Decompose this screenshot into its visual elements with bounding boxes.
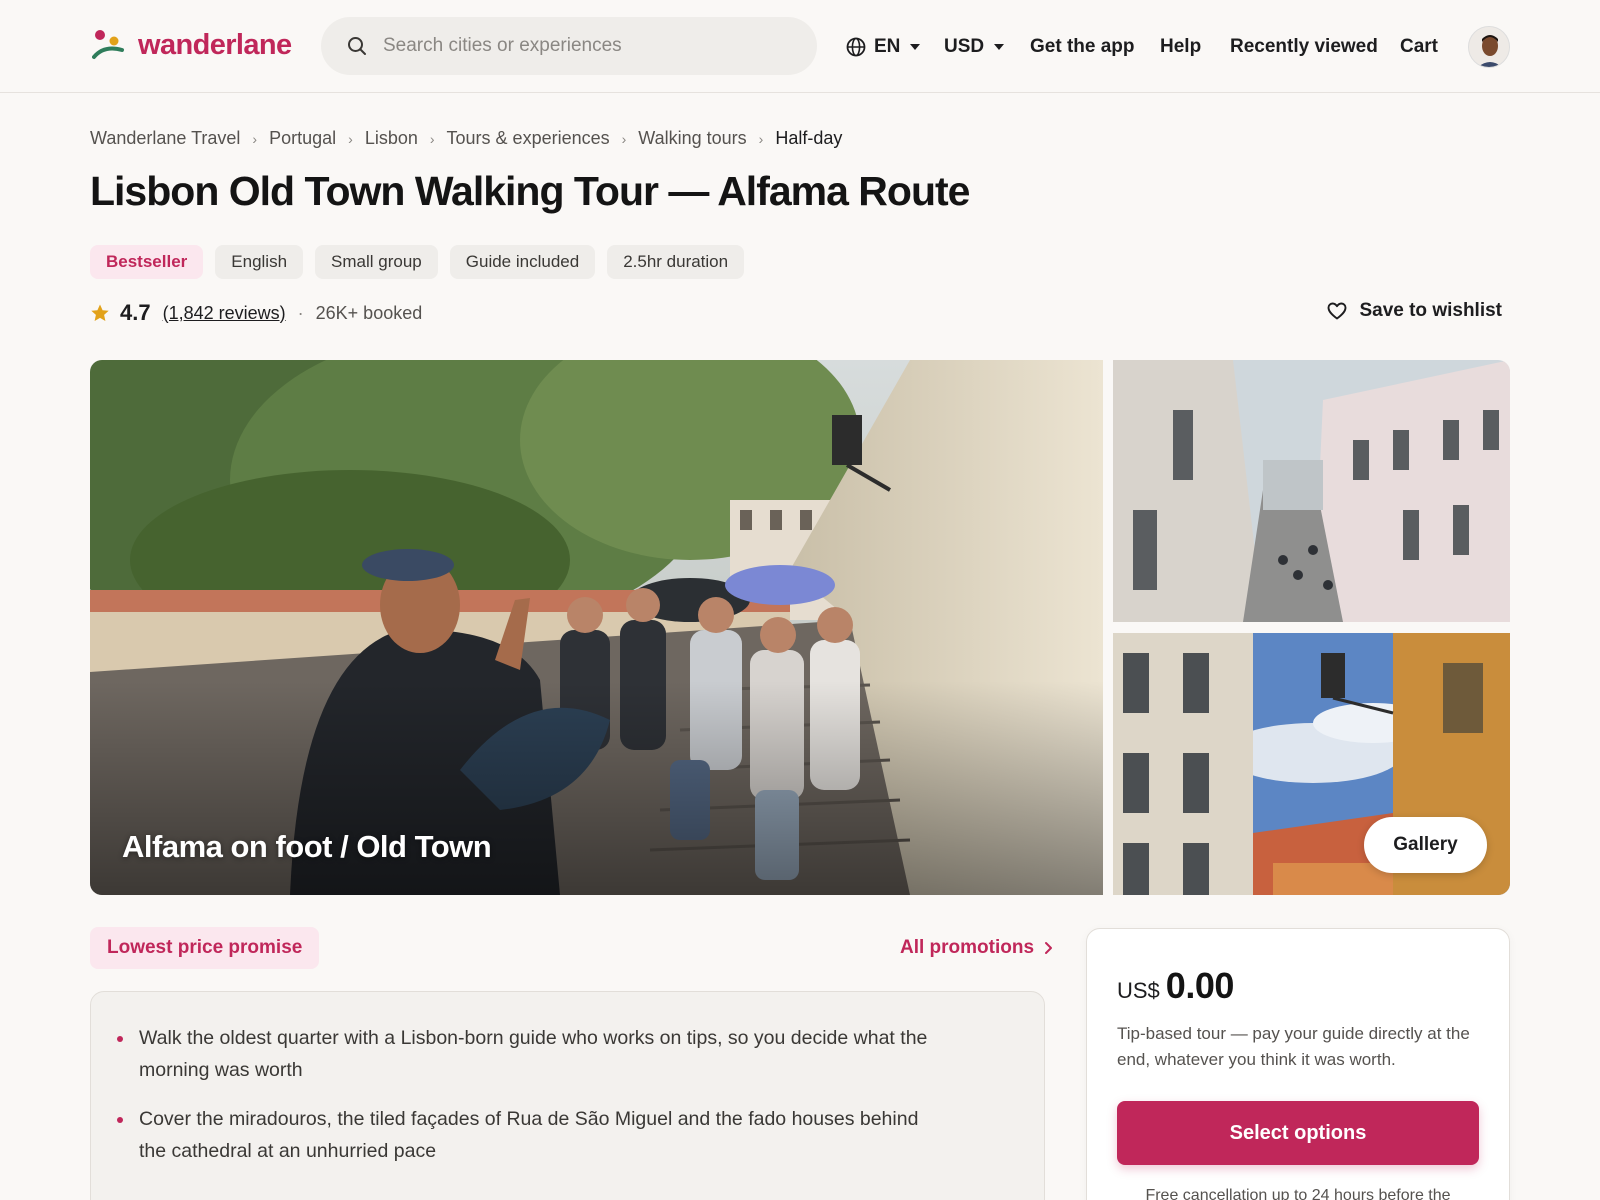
price-amount: 0.00 — [1165, 965, 1235, 1006]
chevron-down-icon — [910, 44, 921, 50]
guide-tag: Guide included — [449, 245, 596, 279]
globe-icon — [846, 37, 866, 57]
tour-tags: Bestseller English Small group Guide inc… — [90, 245, 745, 279]
tour-highlights: Walk the oldest quarter with a Lisbon-bo… — [90, 991, 1045, 1200]
separator-dot: · — [297, 302, 304, 323]
highlight-item: Walk the oldest quarter with a Lisbon-bo… — [117, 1022, 939, 1086]
star-icon — [91, 304, 109, 321]
page-title: Lisbon Old Town Walking Tour — Alfama Ro… — [90, 168, 970, 214]
cart-link[interactable]: Cart — [1400, 34, 1438, 60]
cancellation-note: Free cancellation up to 24 hours before … — [1145, 1187, 1451, 1200]
walking-tour-photo — [90, 360, 1103, 895]
breadcrumb: Wanderlane Travel › Portugal › Lisbon › … — [90, 128, 842, 149]
select-options-button[interactable]: Select options — [1117, 1101, 1479, 1165]
language-tag: English — [215, 245, 304, 279]
help-link[interactable]: Help — [1160, 34, 1201, 60]
breadcrumb-item[interactable]: Portugal — [269, 128, 336, 149]
search-input[interactable] — [383, 35, 783, 57]
top-navigation-bar: wanderlane EN USD Get the app Help Recen… — [0, 0, 1600, 93]
rating-summary: 4.7 (1,842 reviews) · 26K+ booked — [90, 300, 422, 326]
all-promotions-label: All promotions — [900, 937, 1035, 958]
logo-mark-icon — [92, 30, 124, 59]
breadcrumb-item[interactable]: Lisbon — [365, 128, 418, 149]
hero-image[interactable]: Alfama on foot / Old Town — [90, 360, 1103, 895]
bestseller-badge: Bestseller — [90, 245, 204, 279]
get-the-app-link[interactable]: Get the app — [1030, 34, 1135, 60]
chevron-right-icon: › — [621, 130, 627, 147]
language-label: EN — [874, 36, 901, 57]
duration-tag: 2.5hr duration — [607, 245, 745, 279]
reviews-link[interactable]: (1,842 reviews) — [163, 303, 286, 324]
search-icon — [348, 37, 366, 55]
breadcrumb-item[interactable]: Tours & experiences — [447, 128, 610, 149]
brand-logo[interactable]: wanderlane — [92, 28, 292, 62]
chevron-down-icon — [994, 44, 1005, 50]
user-avatar[interactable] — [1468, 26, 1510, 68]
all-promotions-link[interactable]: All promotions — [900, 937, 1053, 959]
chevron-right-icon: › — [429, 130, 435, 147]
chevron-right-icon: › — [252, 130, 258, 147]
lowest-price-promise-badge[interactable]: Lowest price promise — [90, 927, 320, 969]
hero-caption: Alfama on foot / Old Town — [122, 829, 492, 864]
booked-count: 26K+ booked — [315, 302, 423, 323]
highlight-item: Cover the miradouros, the tiled façades … — [117, 1103, 939, 1167]
group-size-tag: Small group — [315, 245, 438, 279]
breadcrumb-current: Half-day — [775, 128, 843, 148]
chevron-right-icon: › — [348, 130, 353, 147]
brand-name: wanderlane — [138, 28, 292, 61]
chevron-right-icon — [1045, 942, 1053, 954]
chevron-right-icon: › — [758, 130, 764, 147]
price-currency: US$ — [1117, 978, 1160, 1003]
gallery-button[interactable]: Gallery — [1364, 817, 1487, 873]
search-bar[interactable] — [321, 17, 817, 75]
price-note: Tip-based tour — pay your guide directly… — [1117, 1024, 1470, 1069]
save-to-wishlist-button[interactable]: Save to wishlist — [1327, 300, 1502, 322]
user-avatar-image — [1469, 27, 1509, 67]
currency-selector[interactable]: USD — [944, 34, 1005, 60]
price: US$ 0.00 — [1117, 965, 1479, 1007]
gallery-thumbnail[interactable] — [1113, 360, 1510, 622]
heart-icon — [1328, 302, 1347, 320]
recently-viewed-link[interactable]: Recently viewed — [1230, 34, 1378, 60]
currency-label: USD — [944, 36, 985, 57]
wishlist-label: Save to wishlist — [1359, 300, 1502, 321]
breadcrumb-item[interactable]: Walking tours — [638, 128, 746, 149]
rating-value: 4.7 — [120, 300, 151, 325]
language-selector[interactable]: EN — [846, 34, 921, 60]
breadcrumb-item[interactable]: Wanderlane Travel — [90, 128, 240, 149]
street-photo — [1113, 360, 1510, 622]
booking-card: US$ 0.00 Tip-based tour — pay your guide… — [1086, 928, 1510, 1200]
